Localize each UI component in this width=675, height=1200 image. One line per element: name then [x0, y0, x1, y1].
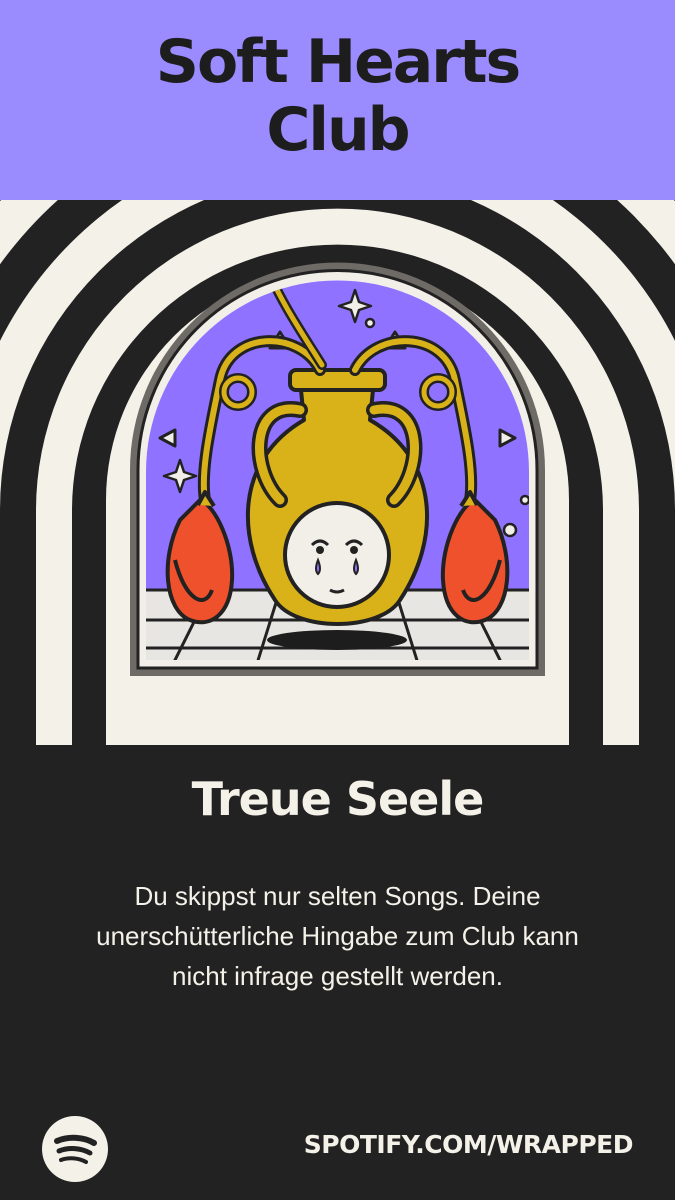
- spotify-logo-icon[interactable]: [42, 1116, 108, 1182]
- role-description: Du skippst nur selten Songs. Deine uners…: [96, 881, 579, 991]
- wrapped-story-card: Soft Hearts Club Meine Rolle Treue Seele…: [0, 0, 675, 1200]
- enamel-pin: [130, 262, 545, 676]
- arch-illustration: [0, 200, 675, 745]
- club-title: Soft Hearts Club: [155, 27, 522, 165]
- role-label: Meine Rolle: [268, 718, 407, 742]
- role-title: Treue Seele: [191, 772, 485, 826]
- spotify-wrapped-link[interactable]: SPOTIFY.COM/WRAPPED: [304, 1130, 634, 1159]
- header-banner: Soft Hearts Club: [0, 0, 675, 200]
